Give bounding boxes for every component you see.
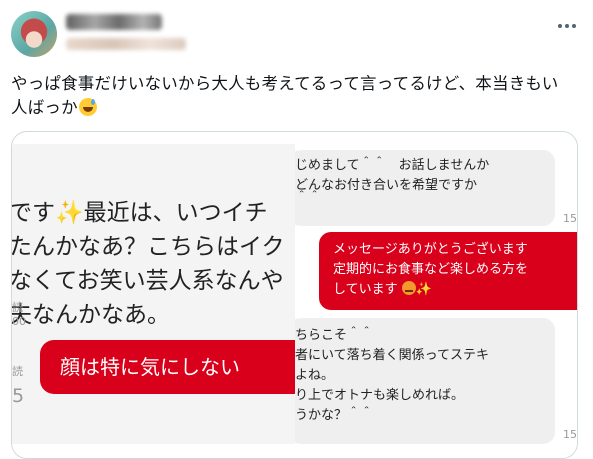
tweet-text-line-2-text: 人ばっか bbox=[11, 98, 78, 117]
angry-face-emoji-icon bbox=[401, 281, 416, 295]
read-receipt: 読 bbox=[12, 301, 23, 314]
screenshot-right[interactable]: じめまして＾＾ お話しませんか どんなお付き合いを希望ですか ＾＾ 15 メッセ… bbox=[295, 132, 577, 458]
chat-line: です✨最近は、いつイチ bbox=[12, 200, 268, 226]
message-bubble-red: 顔は特に気にしない bbox=[40, 340, 295, 394]
screenshot-left[interactable]: です✨最近は、いつイチ たんかなあ？こちらはイク なくてお笑い芸人系なんや 夫な… bbox=[12, 144, 295, 444]
chat-line: よね。 bbox=[295, 368, 335, 383]
timestamp-fragment: 00 bbox=[12, 315, 26, 328]
tweet-text-line-1: やっぱ食事だけいないから大人も考えてるって言ってるけど、本当きもい bbox=[11, 74, 559, 93]
chat-line: 者にいて落ち着く関係ってステキ bbox=[295, 348, 489, 363]
message-bubble-red: メッセージありがとうございます 定期的にお食事など楽しめる方を しています ✨ bbox=[319, 232, 577, 310]
tweet-media[interactable]: です✨最近は、いつイチ たんかなあ？こちらはイク なくてお笑い芸人系なんや 夫な… bbox=[11, 131, 578, 459]
dot-icon bbox=[572, 24, 576, 28]
chat-line: 定期的にお食事など楽しめる方を bbox=[333, 262, 529, 277]
chat-line: たんかなあ？こちらはイク bbox=[12, 234, 285, 260]
tweet-text: やっぱ食事だけいないから大人も考えてるって言ってるけど、本当きもい 人ばっか bbox=[11, 72, 583, 120]
more-icon[interactable] bbox=[552, 14, 582, 38]
chat-line: うかな？＾＾ bbox=[295, 408, 374, 423]
timestamp: 15 bbox=[563, 428, 577, 441]
dot-icon bbox=[558, 24, 562, 28]
read-receipt: 読 bbox=[12, 365, 23, 378]
sparkles-icon: ✨ bbox=[55, 200, 84, 226]
grinning-sweat-emoji-icon bbox=[78, 98, 97, 116]
chat-line: なくてお笑い芸人系なんや bbox=[12, 268, 284, 294]
message-bubble-gray: じめまして＾＾ お話しませんか どんなお付き合いを希望ですか ＾＾ bbox=[295, 150, 555, 226]
avatar[interactable] bbox=[11, 11, 57, 57]
message-bubble-gray: ちらこそ＾＾ 者にいて落ち着く関係ってステキ よね。 り上でオトナも楽しめれば。… bbox=[295, 318, 555, 444]
chat-line: じめまして＾＾ お話しませんか bbox=[295, 158, 490, 173]
username-blurred[interactable] bbox=[66, 38, 186, 50]
sparkles-icon: ✨ bbox=[415, 282, 432, 297]
chat-text-large: です✨最近は、いつイチ たんかなあ？こちらはイク なくてお笑い芸人系なんや 夫な… bbox=[12, 196, 285, 332]
chat-line: 夫なんかなあ。 bbox=[12, 302, 170, 328]
tweet-text-line-2: 人ばっか bbox=[11, 96, 583, 120]
chat-line: しています ✨ bbox=[333, 281, 432, 297]
chat-line: ちらこそ＾＾ bbox=[295, 328, 374, 343]
chat-line: メッセージありがとうございます bbox=[333, 242, 528, 257]
display-name-blurred[interactable] bbox=[66, 14, 162, 30]
chat-line: り上でオトナも楽しめれば。 bbox=[295, 388, 465, 403]
dot-icon bbox=[565, 24, 569, 28]
timestamp: 15 bbox=[563, 212, 577, 225]
timestamp-fragment: 5 bbox=[12, 385, 25, 407]
